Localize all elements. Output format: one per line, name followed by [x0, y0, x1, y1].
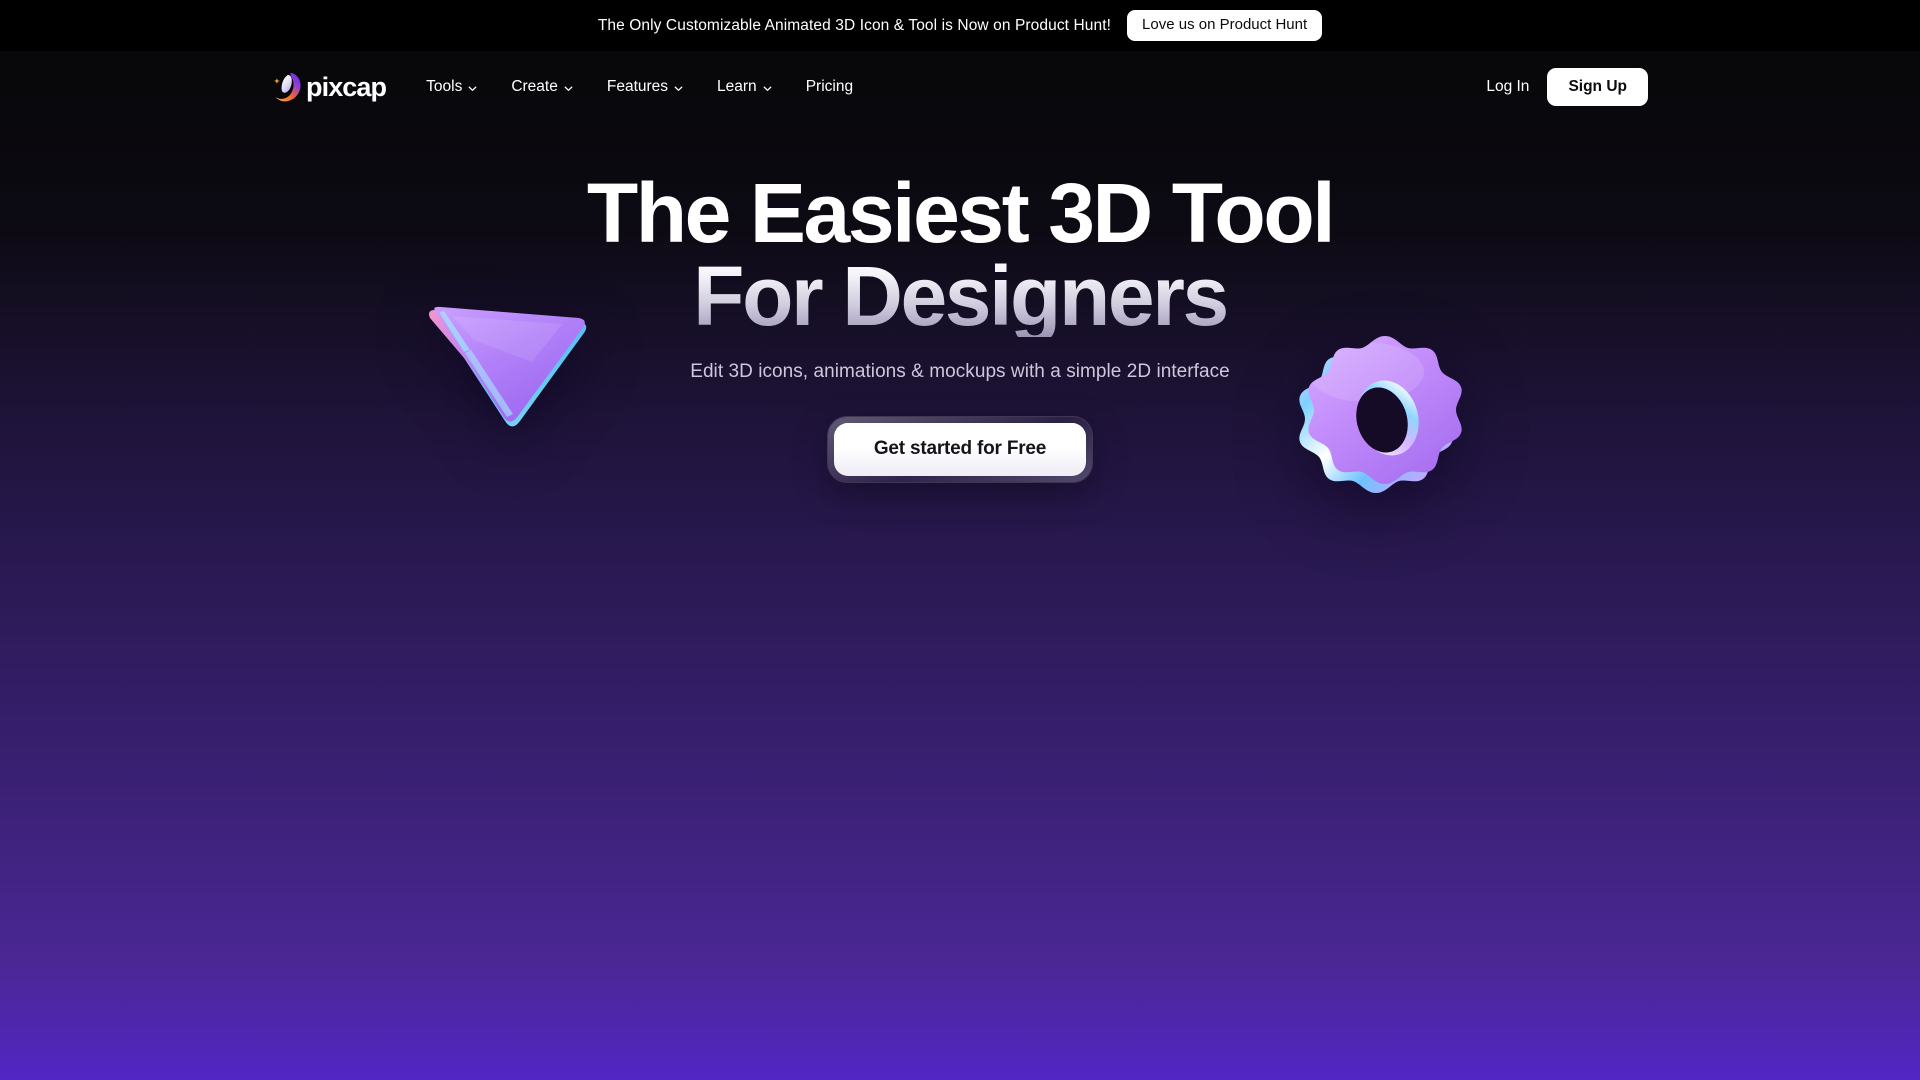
hero-section: The Easiest 3D Tool For Designers Edit 3… [0, 123, 1920, 483]
announcement-banner: The Only Customizable Animated 3D Icon &… [0, 0, 1920, 51]
get-started-button[interactable]: Get started for Free [833, 423, 1087, 477]
hero-subtitle: Edit 3D icons, animations & mockups with… [690, 361, 1230, 383]
product-hunt-button[interactable]: Love us on Product Hunt [1127, 9, 1323, 42]
hero-cta-wrapper: Get started for Free [0, 417, 1920, 483]
brand-name: pixcap [306, 72, 387, 102]
page-title: The Easiest 3D Tool For Designers [0, 166, 1920, 338]
nav-right-group: Log In Sign Up [1486, 68, 1648, 106]
headline-line-1: The Easiest 3D Tool [586, 166, 1336, 260]
chevron-down-icon [673, 83, 684, 94]
main-navigation: pixcap Tools Create Features Learn Prici… [0, 51, 1920, 123]
nav-item-tools-label: Tools [426, 78, 463, 95]
chevron-down-icon [467, 83, 478, 94]
chevron-down-icon [563, 83, 574, 94]
login-link[interactable]: Log In [1486, 78, 1529, 96]
nav-links: Tools Create Features Learn Pricing [426, 78, 853, 96]
nav-item-learn[interactable]: Learn [717, 78, 773, 96]
brand-logo-link[interactable]: pixcap [272, 72, 387, 102]
nav-item-tools[interactable]: Tools [426, 78, 478, 96]
nav-item-pricing[interactable]: Pricing [806, 78, 853, 96]
landing-page: The Only Customizable Animated 3D Icon &… [0, 0, 1920, 1080]
chevron-down-icon [762, 83, 773, 94]
headline-line-2: For Designers [0, 254, 1920, 338]
nav-left-group: pixcap Tools Create Features Learn Prici… [272, 72, 853, 102]
nav-item-create-label: Create [511, 78, 558, 95]
signup-button[interactable]: Sign Up [1547, 68, 1648, 106]
announcement-text: The Only Customizable Animated 3D Icon &… [597, 16, 1112, 34]
nav-item-features-label: Features [606, 78, 669, 95]
nav-item-learn-label: Learn [717, 78, 757, 95]
nav-item-features[interactable]: Features [607, 78, 684, 96]
nav-item-pricing-label: Pricing [805, 78, 854, 95]
pixcap-crescent-logo-icon [272, 72, 301, 102]
cta-ring: Get started for Free [827, 417, 1093, 483]
nav-item-create[interactable]: Create [511, 78, 574, 96]
